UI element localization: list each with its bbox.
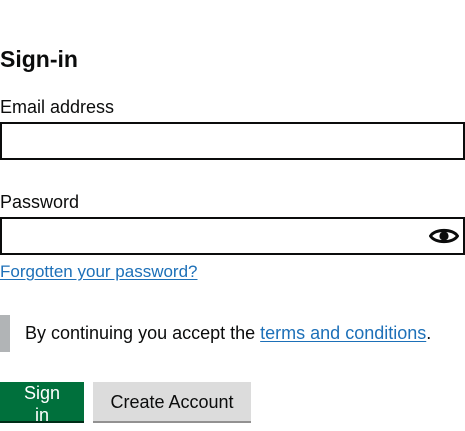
forgot-password-link[interactable]: Forgotten your password? xyxy=(0,261,198,283)
email-field[interactable] xyxy=(0,122,465,160)
terms-link[interactable]: terms and conditions xyxy=(260,323,426,343)
inset-text-bar xyxy=(0,315,10,352)
eye-icon-graphic xyxy=(429,228,459,244)
password-label: Password xyxy=(0,192,80,212)
sign-in-page: Sign-in Email address Password Forgotten… xyxy=(0,0,465,431)
terms-prefix: By continuing you accept the xyxy=(25,323,261,343)
terms-suffix: . xyxy=(426,323,432,343)
page-title: Sign-in xyxy=(0,46,78,72)
eye-icon[interactable] xyxy=(428,223,460,249)
sign-in-button[interactable]: Sign in xyxy=(0,382,84,425)
password-field[interactable] xyxy=(0,217,465,255)
terms-notice: By continuing you accept the terms and c… xyxy=(25,322,431,344)
create-account-button[interactable]: Create Account xyxy=(93,382,251,421)
email-label: Email address xyxy=(0,97,115,117)
